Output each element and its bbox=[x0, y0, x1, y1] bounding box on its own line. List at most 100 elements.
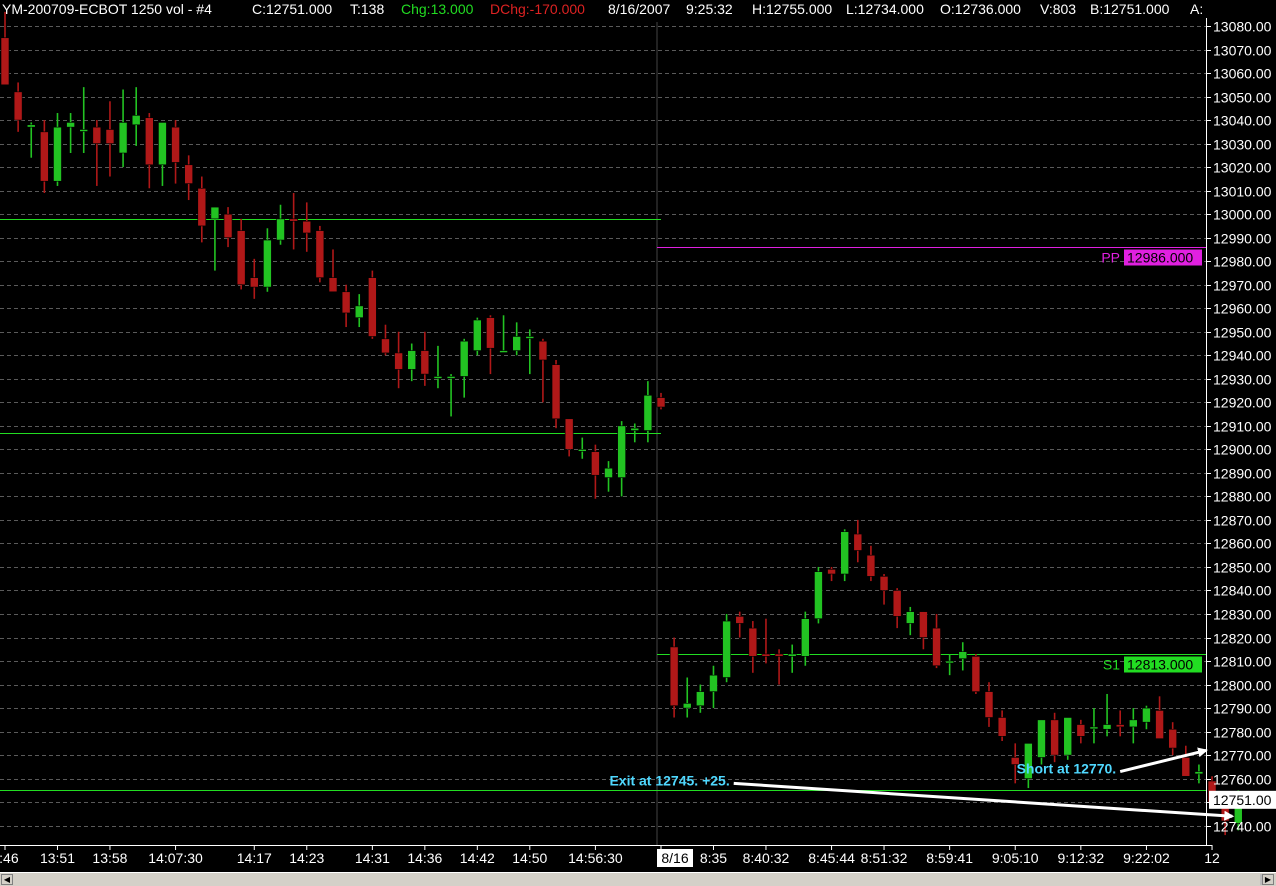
y-tick-label: 12970.00 bbox=[1213, 278, 1272, 294]
candle-body bbox=[656, 397, 666, 408]
x-tick-label: 8/16 bbox=[661, 850, 688, 866]
candle-body bbox=[131, 115, 141, 126]
ask-value: A: bbox=[1190, 1, 1203, 17]
candle-body bbox=[564, 418, 574, 450]
horizontal-scrollbar[interactable]: ◀ ▶ bbox=[0, 872, 1276, 886]
candle-body bbox=[814, 571, 823, 620]
candle-body bbox=[1102, 724, 1112, 730]
level-name-label: S1 bbox=[1103, 657, 1120, 673]
x-tick-label: 8:59:41 bbox=[926, 850, 973, 866]
time-axis: 3:46 13:51 13:58 14:07:30 14:17 14:23 14:31 14:… bbox=[0, 845, 1220, 867]
candle-body bbox=[905, 611, 915, 624]
candle-body bbox=[853, 533, 863, 551]
y-tick-label: 12910.00 bbox=[1213, 419, 1272, 435]
y-tick-label: 13010.00 bbox=[1213, 184, 1272, 200]
y-tick-label: 13020.00 bbox=[1213, 160, 1272, 176]
candle-body bbox=[748, 627, 758, 657]
candle-body bbox=[381, 338, 390, 354]
price-levels: 12986.000 PP 12813.000 S1 bbox=[0, 219, 1206, 791]
y-tick-label: 12950.00 bbox=[1213, 325, 1272, 341]
candle-body bbox=[630, 427, 640, 431]
y-tick-label: 13050.00 bbox=[1213, 90, 1272, 106]
candle-body bbox=[866, 554, 876, 577]
annotation-arrow bbox=[1119, 747, 1208, 774]
ticks-value: T:138 bbox=[350, 1, 384, 17]
candle-body bbox=[145, 117, 154, 166]
candle-body bbox=[328, 277, 338, 293]
candle-body bbox=[971, 656, 981, 692]
candle-body bbox=[223, 213, 233, 238]
candle-body bbox=[118, 122, 128, 154]
level-tag-value: 12986.000 bbox=[1127, 250, 1193, 266]
x-tick-label: 14:42 bbox=[460, 850, 495, 866]
y-tick-label: 12980.00 bbox=[1213, 254, 1272, 270]
change-value: Chg:13.000 bbox=[401, 1, 474, 17]
candle-body bbox=[801, 618, 810, 657]
candle-body bbox=[879, 576, 889, 591]
x-tick-label: 14:36 bbox=[407, 850, 442, 866]
svg-text:YM-200709-ECBOT 1250 vol - #4: YM-200709-ECBOT 1250 vol - #4 C:12751.00… bbox=[2, 1, 1203, 17]
candle-body bbox=[289, 218, 298, 222]
candle-body bbox=[368, 277, 377, 337]
x-tick-label: 14:50 bbox=[512, 850, 547, 866]
x-tick-label: 14:07:30 bbox=[148, 850, 203, 866]
candle-body bbox=[932, 627, 941, 667]
price-chart[interactable]: 12986.000 PP 12813.000 S1 Short at 12770. Ex… bbox=[0, 0, 1276, 872]
scroll-right-arrow-icon[interactable]: ▶ bbox=[1262, 874, 1274, 885]
candle-body bbox=[236, 230, 246, 286]
y-tick-label: 12860.00 bbox=[1213, 536, 1272, 552]
y-tick-label: 13000.00 bbox=[1213, 207, 1272, 223]
annotation-arrow bbox=[733, 781, 1235, 821]
chart-header: YM-200709-ECBOT 1250 vol - #4 C:12751.00… bbox=[2, 1, 1203, 17]
candle-body bbox=[892, 590, 902, 617]
y-tick-label: 13060.00 bbox=[1213, 66, 1272, 82]
y-tick-label: 12810.00 bbox=[1213, 654, 1272, 670]
candle-body bbox=[1181, 757, 1191, 777]
close-value: C:12751.000 bbox=[252, 1, 332, 17]
x-tick-label: 8:51:32 bbox=[861, 850, 908, 866]
candle-body bbox=[774, 653, 784, 657]
candle-body bbox=[827, 569, 836, 575]
y-tick-label: 12940.00 bbox=[1213, 348, 1272, 364]
candle-body bbox=[1089, 726, 1099, 730]
candle-body bbox=[1129, 719, 1138, 728]
candle-body bbox=[1155, 710, 1164, 739]
y-tick-label: 12740.00 bbox=[1213, 819, 1272, 835]
candle-body bbox=[538, 340, 548, 361]
candle-body bbox=[840, 531, 849, 575]
x-tick-label: 14:56:30 bbox=[568, 850, 623, 866]
candle-body bbox=[341, 291, 351, 314]
candle-body bbox=[761, 653, 771, 657]
candle-body bbox=[1142, 707, 1151, 723]
y-tick-label: 12850.00 bbox=[1213, 560, 1272, 576]
candle-body bbox=[263, 239, 272, 288]
candle-body bbox=[66, 122, 75, 128]
candle-body bbox=[984, 691, 994, 718]
candle-body bbox=[486, 317, 495, 349]
x-tick-label: 13:58 bbox=[92, 850, 127, 866]
y-tick-label: 12990.00 bbox=[1213, 231, 1272, 247]
y-tick-label: 12920.00 bbox=[1213, 395, 1272, 411]
candle-body bbox=[1168, 728, 1177, 749]
candle-body bbox=[551, 364, 561, 420]
candle-body bbox=[709, 674, 718, 692]
candle-body bbox=[315, 230, 325, 278]
y-tick-label: 12900.00 bbox=[1213, 442, 1272, 458]
x-tick-label: 9:22:02 bbox=[1123, 850, 1170, 866]
candle-body bbox=[184, 164, 193, 184]
candle-body bbox=[617, 425, 626, 478]
y-tick-label: 12800.00 bbox=[1213, 678, 1272, 694]
trade-annotations: Short at 12770. Exit at 12745. +25. bbox=[609, 747, 1235, 821]
candle-body bbox=[958, 651, 968, 659]
candle-body bbox=[945, 660, 954, 664]
y-tick-label: 12930.00 bbox=[1213, 372, 1272, 388]
y-tick-label: 12880.00 bbox=[1213, 489, 1272, 505]
open-value: O:12736.000 bbox=[940, 1, 1021, 17]
candle-body bbox=[1050, 719, 1059, 756]
candle-body bbox=[512, 336, 521, 351]
symbol-label: YM-200709-ECBOT 1250 vol - #4 bbox=[2, 1, 212, 17]
candle-body bbox=[604, 467, 613, 478]
scroll-left-arrow-icon[interactable]: ◀ bbox=[1, 874, 13, 885]
x-tick-label: 8:35 bbox=[700, 850, 727, 866]
candle-body bbox=[53, 126, 62, 182]
